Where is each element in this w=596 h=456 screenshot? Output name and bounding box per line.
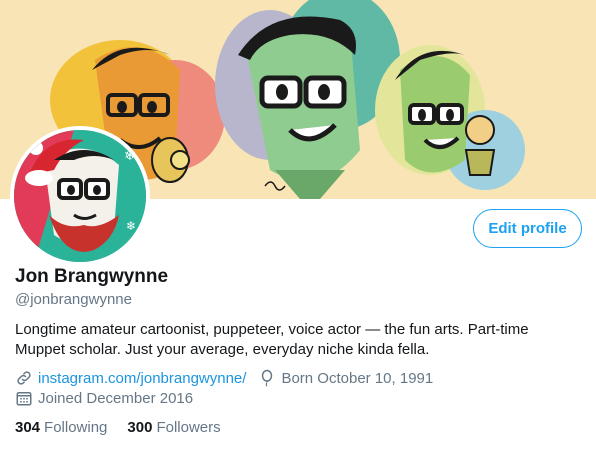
followers-label: Followers: [156, 419, 221, 436]
balloon-icon: [262, 369, 273, 387]
website-item: instagram.com/jonbrangwynne/: [15, 369, 246, 387]
avatar[interactable]: ❄ ❄: [10, 126, 150, 266]
joined-item: Joined December 2016: [15, 389, 193, 407]
website-link[interactable]: instagram.com/jonbrangwynne/: [38, 370, 246, 387]
edit-profile-button[interactable]: Edit profile: [473, 209, 582, 248]
profile-meta-row: instagram.com/jonbrangwynne/ Born Octobe…: [15, 369, 445, 387]
following-label: Following: [44, 419, 108, 436]
user-handle: @jonbrangwynne: [15, 291, 132, 308]
followers-count: 300: [127, 419, 153, 436]
display-name: Jon Brangwynne: [15, 266, 169, 287]
birthdate-text: Born October 10, 1991: [281, 369, 434, 387]
joined-text: Joined December 2016: [38, 389, 194, 407]
profile-bio: Longtime amateur cartoonist, puppeteer, …: [15, 321, 529, 358]
profile-stats: 304 Following 300 Followers: [15, 419, 241, 436]
avatar-illustration: ❄ ❄: [14, 130, 146, 262]
following-count: 304: [15, 419, 41, 436]
following-link[interactable]: 304 Following: [15, 419, 107, 436]
profile-meta-row-joined: Joined December 2016: [15, 389, 205, 407]
svg-text:❄: ❄: [126, 219, 136, 233]
calendar-icon: [16, 392, 32, 406]
followers-link[interactable]: 300 Followers: [127, 419, 220, 436]
birthdate-item: Born October 10, 1991: [258, 369, 433, 387]
link-icon: [17, 371, 31, 385]
